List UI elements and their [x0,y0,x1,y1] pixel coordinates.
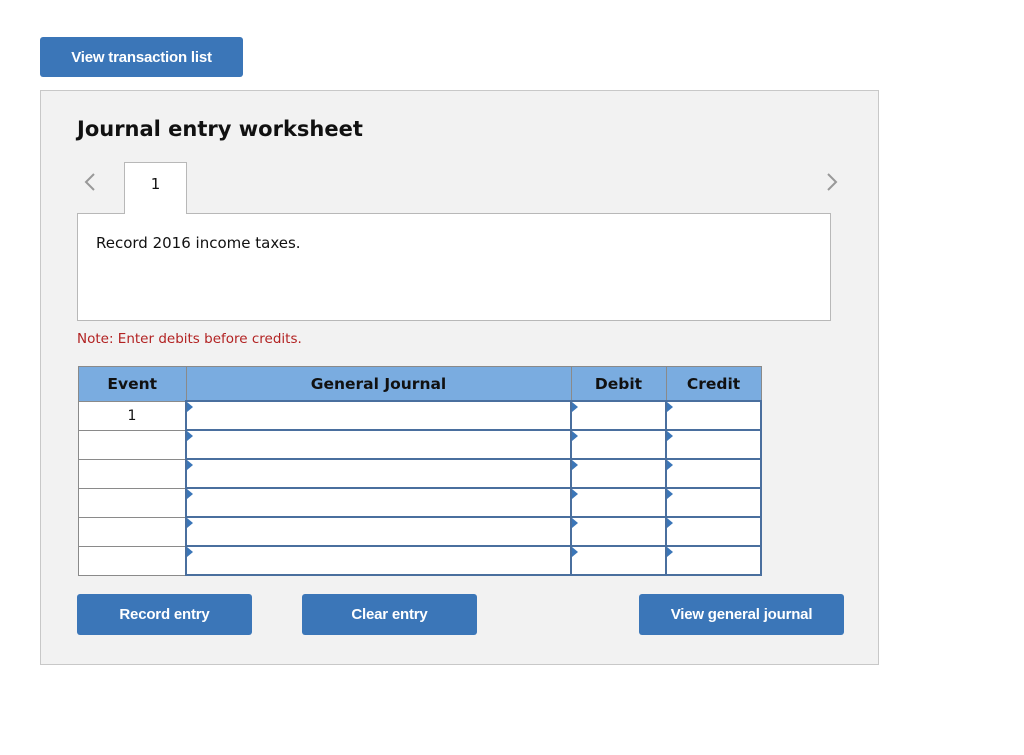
event-cell [78,429,187,460]
event-cell [78,458,187,489]
credit-input-cell [665,400,762,431]
account-input-cell [185,400,572,431]
debit-credit-note: Note: Enter debits before credits. [77,331,302,347]
table-row [78,545,762,576]
journal-table: Event General Journal Debit Credit 1 [78,366,762,576]
credit-input[interactable] [667,518,760,545]
account-input[interactable] [187,431,570,458]
account-input-cell [185,429,572,460]
account-input-cell [185,545,572,576]
account-input-cell [185,516,572,547]
event-cell [78,487,187,518]
header-general-journal: General Journal [185,366,572,402]
debit-input[interactable] [572,489,665,516]
account-input-cell [185,458,572,489]
record-entry-button[interactable]: Record entry [77,594,252,635]
credit-input[interactable] [667,431,760,458]
event-cell [78,545,187,576]
table-header-row: Event General Journal Debit Credit [78,366,762,402]
credit-input[interactable] [667,402,760,429]
clear-entry-button[interactable]: Clear entry [302,594,477,635]
event-cell [78,516,187,547]
account-input[interactable] [187,547,570,574]
credit-input[interactable] [667,460,760,487]
table-row [78,458,762,489]
header-debit: Debit [570,366,667,402]
table-row: 1 [78,400,762,431]
debit-input-cell [570,545,667,576]
debit-input[interactable] [572,431,665,458]
account-input[interactable] [187,489,570,516]
worksheet-title: Journal entry worksheet [77,117,363,141]
table-row [78,487,762,518]
view-transaction-list-button[interactable]: View transaction list [40,37,243,77]
journal-entry-worksheet-panel: Journal entry worksheet 1 Record 2016 in… [40,90,879,665]
chevron-left-icon[interactable] [83,171,97,193]
credit-input-cell [665,487,762,518]
account-input[interactable] [187,518,570,545]
debit-input-cell [570,516,667,547]
credit-input-cell [665,545,762,576]
table-row [78,516,762,547]
entry-description: Record 2016 income taxes. [96,234,301,252]
table-row [78,429,762,460]
debit-input[interactable] [572,460,665,487]
debit-input[interactable] [572,402,665,429]
header-credit: Credit [665,366,762,402]
debit-input-cell [570,400,667,431]
credit-input-cell [665,516,762,547]
header-event: Event [78,366,187,402]
account-input[interactable] [187,460,570,487]
account-input-cell [185,487,572,518]
credit-input[interactable] [667,489,760,516]
account-input[interactable] [187,402,570,429]
credit-input[interactable] [667,547,760,574]
view-general-journal-button[interactable]: View general journal [639,594,844,635]
event-cell: 1 [78,400,187,431]
tab-1[interactable]: 1 [124,162,187,214]
credit-input-cell [665,458,762,489]
credit-input-cell [665,429,762,460]
debit-input-cell [570,429,667,460]
debit-input-cell [570,458,667,489]
debit-input-cell [570,487,667,518]
debit-input[interactable] [572,547,665,574]
chevron-right-icon[interactable] [825,171,839,193]
debit-input[interactable] [572,518,665,545]
entry-description-box: Record 2016 income taxes. [77,213,831,321]
